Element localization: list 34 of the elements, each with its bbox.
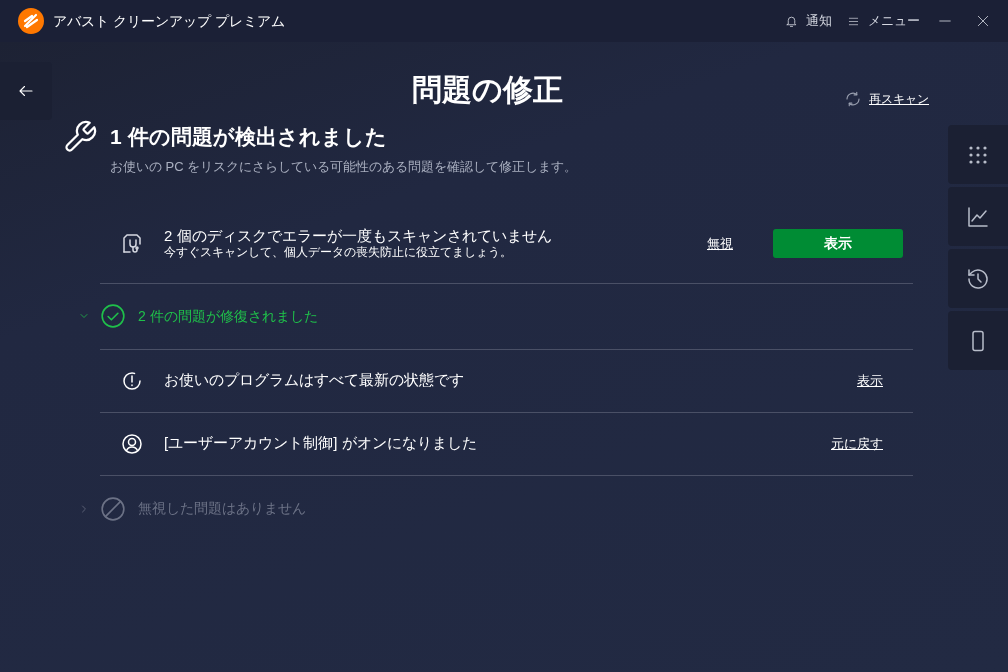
page-title: 問題の修正 bbox=[412, 72, 563, 108]
close-button[interactable] bbox=[976, 14, 990, 28]
summary-description: お使いの PC をリスクにさらしている可能性のある問題を確認して修正します。 bbox=[110, 158, 579, 176]
summary-heading: 1 件の問題が検出されました bbox=[110, 124, 387, 151]
menu-button[interactable]: メニュー bbox=[848, 11, 920, 31]
sidebar-button[interactable] bbox=[948, 311, 1008, 370]
close-icon bbox=[976, 14, 990, 28]
fixed-issue-text: お使いのプログラムはすべて最新の状態です bbox=[164, 370, 465, 391]
sidebar-button[interactable] bbox=[948, 249, 1008, 308]
stethoscope-icon bbox=[120, 231, 144, 256]
notifications-button[interactable]: 通知 bbox=[785, 11, 832, 31]
window-title: アバスト クリーンアップ プレミアム bbox=[53, 11, 285, 31]
sidebar-button[interactable] bbox=[948, 125, 1008, 184]
fixed-issue-link[interactable]: 表示 bbox=[857, 370, 883, 391]
prohibited-icon bbox=[100, 495, 126, 522]
wrench-icon bbox=[62, 119, 98, 155]
issue-title: 2 個のディスクでエラーが一度もスキャンされていません bbox=[164, 227, 553, 245]
issue-subtitle: 今すぐスキャンして、個人データの喪失防止に役立てましょう。 bbox=[164, 245, 513, 260]
history-icon bbox=[966, 266, 990, 291]
user-circle-icon bbox=[120, 431, 144, 456]
fixed-issue-link[interactable]: 元に戻す bbox=[831, 433, 883, 454]
menu-icon bbox=[848, 15, 859, 27]
ignore-link[interactable]: 無視 bbox=[707, 233, 733, 254]
group-label: 無視した問題はありません bbox=[138, 499, 306, 518]
sidebar-button[interactable] bbox=[948, 187, 1008, 246]
check-circle-icon bbox=[100, 303, 126, 329]
refresh-icon bbox=[844, 90, 862, 108]
line-chart-icon bbox=[966, 204, 990, 229]
show-button[interactable]: 表示 bbox=[773, 229, 903, 258]
rescan-link[interactable]: 再スキャン bbox=[844, 90, 929, 108]
group-label: 2 件の問題が修復されました bbox=[138, 306, 318, 326]
bell-icon bbox=[785, 14, 798, 28]
app-logo-icon bbox=[18, 8, 44, 34]
fixed-issue-text: [ユーザーアカウント制御] がオンになりました bbox=[164, 433, 478, 454]
